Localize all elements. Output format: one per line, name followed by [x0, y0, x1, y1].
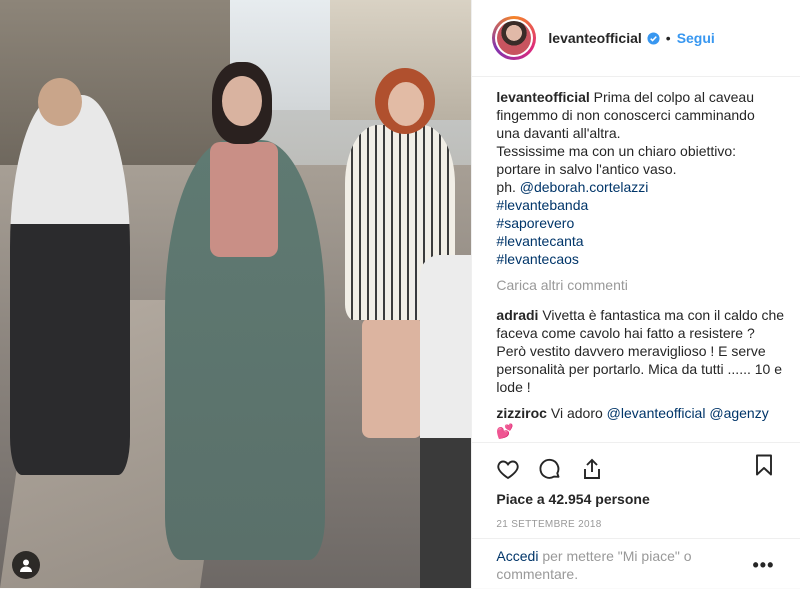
post-date: 21 SETTEMBRE 2018 [496, 519, 602, 530]
post-header: levanteofficial • Segui [472, 0, 800, 77]
redhead-face [388, 82, 424, 126]
caption-line: una davanti all'altra. [496, 125, 621, 141]
caption-line: fingemmo di non conoscerci camminando [496, 107, 755, 123]
share-icon[interactable] [580, 457, 604, 481]
caption-author[interactable]: levanteofficial [496, 89, 589, 105]
post-sidebar: levanteofficial • Segui levanteofficial … [471, 0, 800, 588]
caption-line: portare in salvo l'antico vaso. [496, 161, 677, 177]
login-prompt: Accedi per mettere "Mi piace" o commenta… [472, 538, 800, 589]
comment-mention[interactable]: @agenzy [709, 405, 768, 421]
credit-mention[interactable]: @deborah.cortelazzi [520, 179, 649, 195]
photographer-figure [10, 95, 130, 475]
photo-credit: ph. @deborah.cortelazzi [496, 178, 784, 196]
follow-button[interactable]: Segui [677, 30, 715, 46]
login-link[interactable]: Accedi [496, 548, 538, 564]
action-bar: Piace a 42.954 persone 21 SETTEMBRE 2018 [472, 442, 800, 530]
like-count[interactable]: Piace a 42.954 persone [496, 491, 649, 507]
user-tag-icon[interactable] [12, 551, 40, 579]
hashtag[interactable]: #levantebanda [496, 196, 784, 214]
comment-text: Vi adoro [550, 405, 603, 421]
credit-prefix: ph. [496, 179, 516, 195]
verified-badge-icon [647, 31, 660, 45]
instagram-post: levanteofficial • Segui levanteofficial … [0, 0, 800, 588]
comments-list: levanteofficial Prima del colpo al cavea… [496, 88, 784, 440]
caption-line: Tessissime ma con un chiaro obiettivo: [496, 143, 737, 159]
comment-author[interactable]: zizziroc [496, 405, 547, 421]
comment-bubble-icon[interactable] [538, 457, 562, 481]
heart-emoji: 💕 [496, 423, 514, 439]
comment-mention[interactable]: @levanteofficial [607, 405, 706, 421]
hashtag[interactable]: #levantecanta [496, 232, 784, 250]
comment-text: Vivetta è fantastica ma con il caldo che… [496, 307, 785, 395]
hashtag[interactable]: #saporevero [496, 214, 784, 232]
author-username[interactable]: levanteofficial [548, 30, 641, 46]
heart-icon[interactable] [496, 457, 520, 481]
right-passerby [420, 255, 472, 588]
header-separator: • [665, 30, 671, 46]
bookmark-icon[interactable] [752, 453, 776, 477]
hashtag[interactable]: #levantecaos [496, 250, 784, 268]
caption-line: Prima del colpo al caveau [593, 89, 754, 105]
load-more-comments[interactable]: Carica altri commenti [496, 276, 784, 294]
caption: levanteofficial Prima del colpo al cavea… [496, 88, 784, 268]
author-avatar[interactable] [492, 16, 537, 60]
redhead-legs [362, 318, 422, 438]
comment-author[interactable]: adradi [496, 307, 538, 323]
comment: adradi Vivetta è fantastica ma con il ca… [496, 306, 784, 396]
post-photo[interactable] [0, 0, 472, 588]
photographer-head [38, 78, 82, 126]
more-options-icon[interactable]: ••• [753, 555, 775, 576]
main-woman-top [210, 142, 278, 257]
main-woman-face [222, 76, 262, 126]
comment: zizziroc Vi adoro @levanteofficial @agen… [496, 404, 784, 440]
